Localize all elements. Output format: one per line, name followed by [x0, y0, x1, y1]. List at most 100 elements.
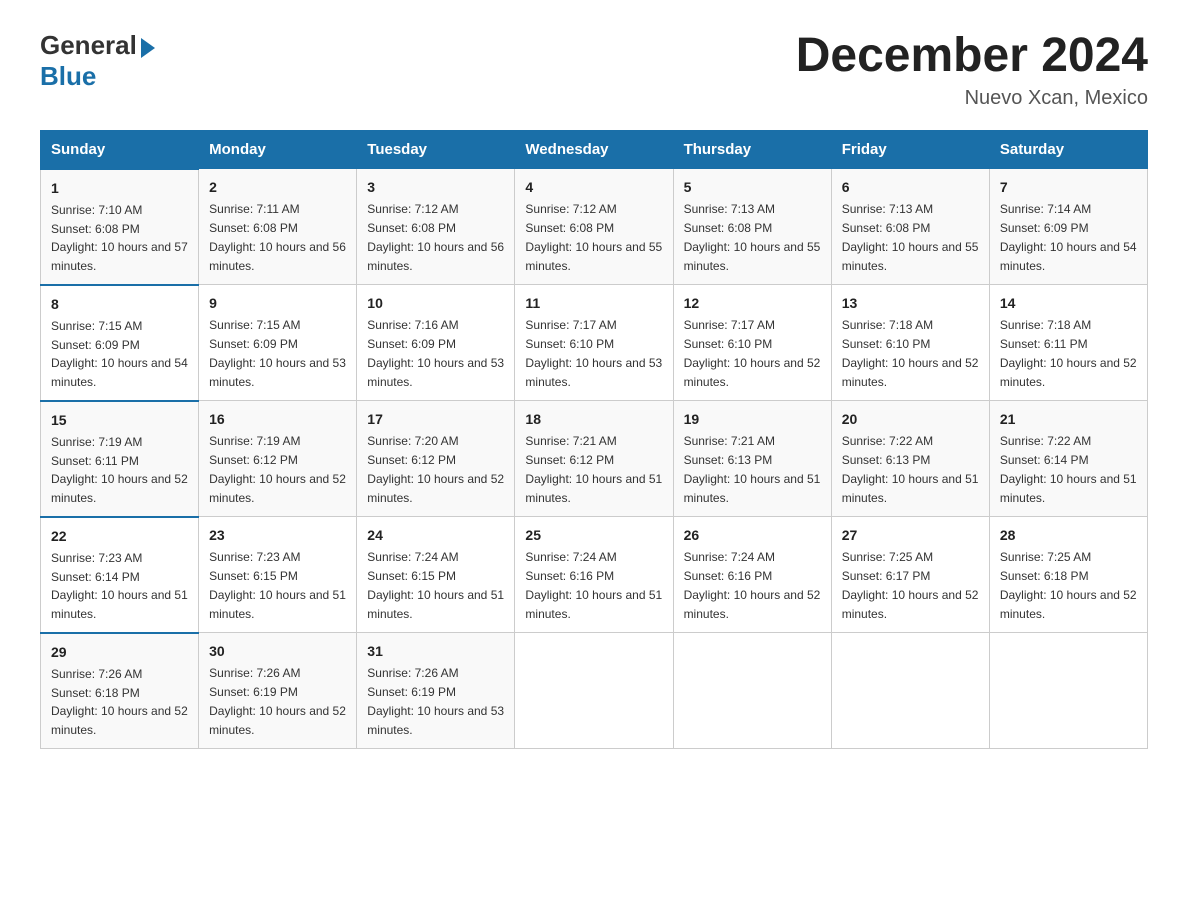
calendar-cell — [673, 633, 831, 749]
day-info: Sunrise: 7:23 AMSunset: 6:15 PMDaylight:… — [209, 550, 346, 620]
calendar-cell: 7Sunrise: 7:14 AMSunset: 6:09 PMDaylight… — [989, 169, 1147, 285]
calendar-cell: 2 Sunrise: 7:11 AMSunset: 6:08 PMDaylight… — [199, 169, 357, 285]
day-number: 18 — [525, 409, 662, 430]
day-info: Sunrise: 7:12 AMSunset: 6:08 PMDaylight:… — [525, 202, 662, 272]
logo-blue-text: Blue — [40, 61, 96, 92]
day-number: 9 — [209, 293, 346, 314]
calendar-week-row: 8 Sunrise: 7:15 AMSunset: 6:09 PMDaylight… — [41, 285, 1148, 401]
column-header-thursday: Thursday — [673, 130, 831, 169]
day-number: 19 — [684, 409, 821, 430]
calendar-cell: 28 Sunrise: 7:25 AMSunset: 6:18 PMDayligh… — [989, 517, 1147, 633]
calendar-cell — [989, 633, 1147, 749]
calendar-week-row: 15 Sunrise: 7:19 AMSunset: 6:11 PMDayligh… — [41, 401, 1148, 517]
calendar-cell: 25 Sunrise: 7:24 AMSunset: 6:16 PMDayligh… — [515, 517, 673, 633]
calendar-cell: 24 Sunrise: 7:24 AMSunset: 6:15 PMDayligh… — [357, 517, 515, 633]
day-info: Sunrise: 7:26 AMSunset: 6:19 PMDaylight:… — [367, 666, 504, 736]
day-number: 13 — [842, 293, 979, 314]
day-number: 26 — [684, 525, 821, 546]
day-info: Sunrise: 7:20 AMSunset: 6:12 PMDaylight:… — [367, 434, 504, 504]
calendar-cell: 17 Sunrise: 7:20 AMSunset: 6:12 PMDayligh… — [357, 401, 515, 517]
day-number: 2 — [209, 177, 346, 198]
day-info: Sunrise: 7:14 AMSunset: 6:09 PMDaylight:… — [1000, 202, 1137, 272]
calendar-cell: 27 Sunrise: 7:25 AMSunset: 6:17 PMDayligh… — [831, 517, 989, 633]
calendar-cell — [831, 633, 989, 749]
calendar-cell: 11Sunrise: 7:17 AMSunset: 6:10 PMDayligh… — [515, 285, 673, 401]
column-header-monday: Monday — [199, 130, 357, 169]
calendar-cell: 21 Sunrise: 7:22 AMSunset: 6:14 PMDayligh… — [989, 401, 1147, 517]
day-info: Sunrise: 7:24 AMSunset: 6:16 PMDaylight:… — [525, 550, 662, 620]
calendar-cell: 29 Sunrise: 7:26 AMSunset: 6:18 PMDayligh… — [41, 633, 199, 749]
calendar-header-row: SundayMondayTuesdayWednesdayThursdayFrid… — [41, 130, 1148, 169]
day-info: Sunrise: 7:13 AMSunset: 6:08 PMDaylight:… — [684, 202, 821, 272]
day-number: 17 — [367, 409, 504, 430]
day-number: 10 — [367, 293, 504, 314]
calendar-week-row: 29 Sunrise: 7:26 AMSunset: 6:18 PMDayligh… — [41, 633, 1148, 749]
calendar-cell: 10 Sunrise: 7:16 AMSunset: 6:09 PMDayligh… — [357, 285, 515, 401]
day-info: Sunrise: 7:18 AMSunset: 6:11 PMDaylight:… — [1000, 318, 1137, 388]
calendar-cell: 9 Sunrise: 7:15 AMSunset: 6:09 PMDaylight… — [199, 285, 357, 401]
day-info: Sunrise: 7:21 AMSunset: 6:13 PMDaylight:… — [684, 434, 821, 504]
day-info: Sunrise: 7:26 AMSunset: 6:18 PMDaylight:… — [51, 667, 188, 737]
day-number: 20 — [842, 409, 979, 430]
day-info: Sunrise: 7:23 AMSunset: 6:14 PMDaylight:… — [51, 551, 188, 621]
day-number: 24 — [367, 525, 504, 546]
day-info: Sunrise: 7:25 AMSunset: 6:18 PMDaylight:… — [1000, 550, 1137, 620]
header-right: December 2024 Nuevo Xcan, Mexico — [796, 30, 1148, 110]
day-info: Sunrise: 7:15 AMSunset: 6:09 PMDaylight:… — [209, 318, 346, 388]
day-number: 25 — [525, 525, 662, 546]
day-info: Sunrise: 7:13 AMSunset: 6:08 PMDaylight:… — [842, 202, 979, 272]
calendar-cell: 23Sunrise: 7:23 AMSunset: 6:15 PMDayligh… — [199, 517, 357, 633]
day-number: 31 — [367, 641, 504, 662]
calendar-cell: 20 Sunrise: 7:22 AMSunset: 6:13 PMDayligh… — [831, 401, 989, 517]
calendar-cell: 8Sunrise: 7:15 AMSunset: 6:09 PMDaylight… — [41, 285, 199, 401]
calendar-cell: 16 Sunrise: 7:19 AMSunset: 6:12 PMDayligh… — [199, 401, 357, 517]
day-number: 12 — [684, 293, 821, 314]
calendar-cell: 15 Sunrise: 7:19 AMSunset: 6:11 PMDayligh… — [41, 401, 199, 517]
column-header-friday: Friday — [831, 130, 989, 169]
day-number: 11 — [525, 293, 662, 314]
column-header-sunday: Sunday — [41, 130, 199, 169]
day-info: Sunrise: 7:19 AMSunset: 6:12 PMDaylight:… — [209, 434, 346, 504]
calendar-cell: 5Sunrise: 7:13 AMSunset: 6:08 PMDaylight… — [673, 169, 831, 285]
day-info: Sunrise: 7:18 AMSunset: 6:10 PMDaylight:… — [842, 318, 979, 388]
calendar-cell: 31 Sunrise: 7:26 AMSunset: 6:19 PMDayligh… — [357, 633, 515, 749]
day-info: Sunrise: 7:25 AMSunset: 6:17 PMDaylight:… — [842, 550, 979, 620]
calendar-cell: 4 Sunrise: 7:12 AMSunset: 6:08 PMDaylight… — [515, 169, 673, 285]
calendar-week-row: 1Sunrise: 7:10 AMSunset: 6:08 PMDaylight… — [41, 169, 1148, 285]
calendar-table: SundayMondayTuesdayWednesdayThursdayFrid… — [40, 130, 1148, 749]
day-info: Sunrise: 7:22 AMSunset: 6:14 PMDaylight:… — [1000, 434, 1137, 504]
day-info: Sunrise: 7:26 AMSunset: 6:19 PMDaylight:… — [209, 666, 346, 736]
day-number: 29 — [51, 642, 188, 663]
day-number: 14 — [1000, 293, 1137, 314]
day-info: Sunrise: 7:16 AMSunset: 6:09 PMDaylight:… — [367, 318, 504, 388]
day-number: 30 — [209, 641, 346, 662]
day-info: Sunrise: 7:11 AMSunset: 6:08 PMDaylight:… — [209, 202, 346, 272]
day-info: Sunrise: 7:24 AMSunset: 6:15 PMDaylight:… — [367, 550, 504, 620]
day-number: 8 — [51, 294, 188, 315]
column-header-saturday: Saturday — [989, 130, 1147, 169]
day-number: 21 — [1000, 409, 1137, 430]
day-number: 15 — [51, 410, 188, 431]
calendar-cell: 18 Sunrise: 7:21 AMSunset: 6:12 PMDayligh… — [515, 401, 673, 517]
day-info: Sunrise: 7:24 AMSunset: 6:16 PMDaylight:… — [684, 550, 821, 620]
calendar-cell: 26 Sunrise: 7:24 AMSunset: 6:16 PMDayligh… — [673, 517, 831, 633]
day-number: 28 — [1000, 525, 1137, 546]
calendar-cell — [515, 633, 673, 749]
day-number: 3 — [367, 177, 504, 198]
calendar-cell: 1Sunrise: 7:10 AMSunset: 6:08 PMDaylight… — [41, 169, 199, 285]
column-header-wednesday: Wednesday — [515, 130, 673, 169]
calendar-cell: 12 Sunrise: 7:17 AMSunset: 6:10 PMDayligh… — [673, 285, 831, 401]
location-subtitle: Nuevo Xcan, Mexico — [796, 87, 1148, 110]
day-info: Sunrise: 7:19 AMSunset: 6:11 PMDaylight:… — [51, 435, 188, 505]
logo-general-text: General — [40, 30, 137, 61]
day-info: Sunrise: 7:22 AMSunset: 6:13 PMDaylight:… — [842, 434, 979, 504]
day-info: Sunrise: 7:17 AMSunset: 6:10 PMDaylight:… — [684, 318, 821, 388]
calendar-cell: 13 Sunrise: 7:18 AMSunset: 6:10 PMDayligh… — [831, 285, 989, 401]
day-info: Sunrise: 7:21 AMSunset: 6:12 PMDaylight:… — [525, 434, 662, 504]
column-header-tuesday: Tuesday — [357, 130, 515, 169]
day-number: 27 — [842, 525, 979, 546]
page-header: General Blue December 2024 Nuevo Xcan, M… — [40, 30, 1148, 110]
day-number: 4 — [525, 177, 662, 198]
day-number: 16 — [209, 409, 346, 430]
calendar-cell: 14 Sunrise: 7:18 AMSunset: 6:11 PMDayligh… — [989, 285, 1147, 401]
